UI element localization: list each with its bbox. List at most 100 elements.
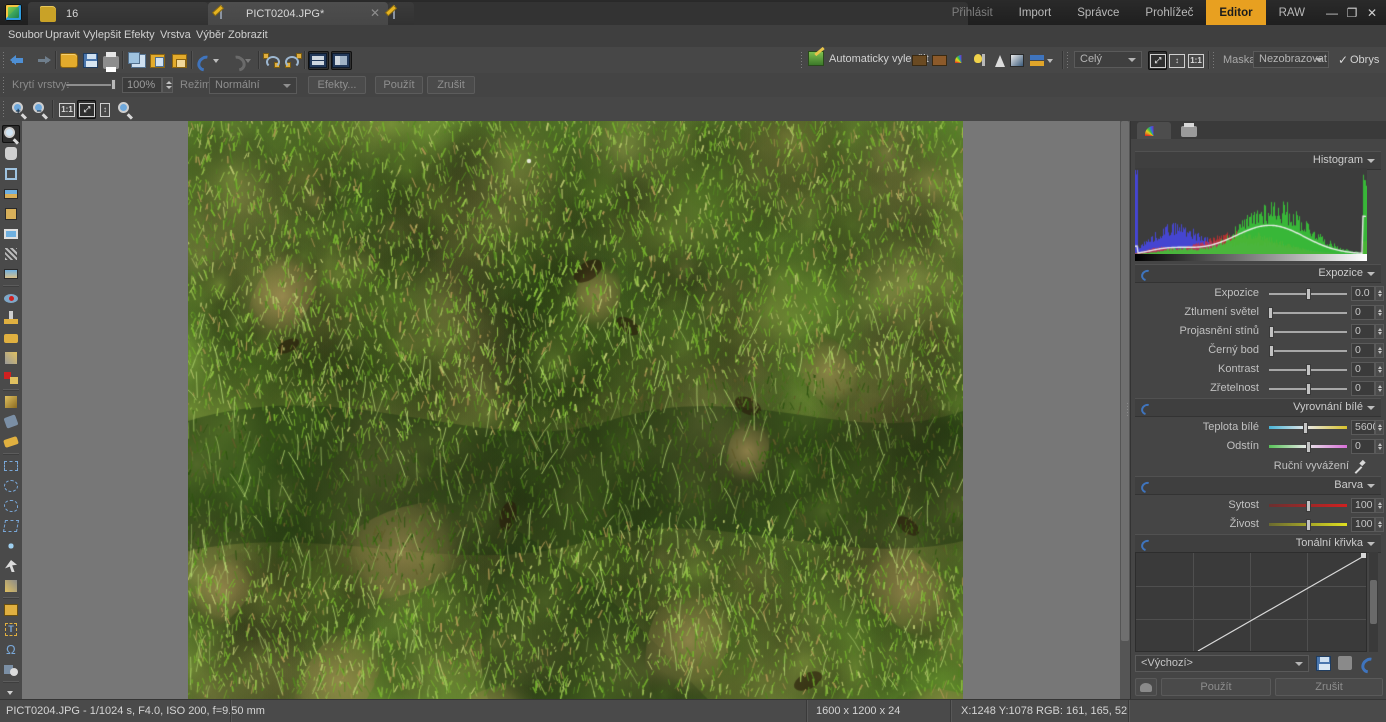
print-button[interactable] (102, 51, 121, 72)
reset-icon[interactable] (1139, 401, 1152, 414)
cancel-layer-button[interactable]: Zrušit (427, 76, 475, 94)
zoom-in-button[interactable]: + (10, 100, 29, 119)
nav-login[interactable]: Přihlásit (939, 0, 1006, 25)
eyedropper-icon[interactable] (1353, 459, 1366, 474)
transform-tool[interactable] (2, 577, 20, 595)
tone-curve-graph[interactable] (1135, 552, 1367, 652)
toolbar-grip[interactable] (1212, 51, 1216, 68)
toolbar-grip[interactable] (2, 51, 6, 68)
undo-dropdown[interactable] (212, 51, 221, 70)
nav-viewer[interactable]: Prohlížeč (1132, 0, 1206, 25)
tab-image[interactable]: PICT0204.JPG* ✕ (208, 2, 388, 25)
fill-tool[interactable] (2, 413, 20, 431)
levels-tool[interactable] (2, 205, 20, 223)
slider-value[interactable]: 0 (1351, 439, 1375, 454)
layout-horizontal-button[interactable] (308, 51, 329, 70)
levels-button[interactable] (910, 51, 929, 70)
slider-stepper[interactable] (1375, 517, 1384, 532)
eraser-tool[interactable] (2, 433, 20, 451)
slider-stepper[interactable] (1375, 498, 1384, 513)
section-color[interactable]: Barva (1135, 476, 1381, 495)
zoom-mode-select[interactable]: Celý (1074, 51, 1142, 68)
close-icon[interactable]: ✕ (369, 7, 381, 19)
color-button[interactable] (952, 51, 971, 70)
slider-track[interactable] (1269, 350, 1347, 352)
forward-button[interactable] (32, 51, 51, 70)
fit-height-button[interactable]: ↕ (1167, 51, 1186, 70)
slider-track[interactable] (1269, 426, 1347, 429)
rotate-right-button[interactable] (284, 51, 303, 70)
zoom-out-button[interactable]: − (31, 100, 50, 119)
blend-mode-select[interactable]: Normální (209, 77, 297, 94)
zoom-fit-button[interactable]: ⤢ (77, 100, 96, 119)
toolbar-grip[interactable] (1066, 51, 1070, 68)
print-tab[interactable] (1173, 122, 1207, 139)
slider-handle[interactable] (1269, 326, 1274, 338)
canvas-area[interactable] (22, 121, 1130, 699)
slider-stepper[interactable] (1375, 362, 1384, 377)
slider-handle[interactable] (1269, 345, 1274, 357)
chevron-down-icon[interactable] (1367, 159, 1375, 163)
preview-button[interactable] (1135, 678, 1157, 696)
layout-vertical-button[interactable] (331, 51, 352, 70)
manual-balance-row[interactable]: Ruční vyvážení (1131, 457, 1386, 476)
slider-value[interactable]: 0 (1351, 324, 1375, 339)
edit-select-tool[interactable] (2, 557, 20, 575)
apply-button[interactable]: Použít (1161, 678, 1271, 696)
insert-image-tool[interactable] (2, 601, 20, 619)
redeye-tool[interactable] (2, 289, 20, 307)
gradient-tool[interactable] (2, 265, 20, 283)
menu-vyber[interactable]: Výběr (196, 29, 225, 41)
lightbulb-button[interactable] (970, 51, 989, 70)
zoom-fit-height-button[interactable]: ↕ (96, 100, 115, 119)
text-tool[interactable]: T (2, 621, 20, 639)
layer-opacity-value[interactable]: 100% (122, 77, 162, 93)
lasso-tool[interactable] (2, 497, 20, 515)
preset-select[interactable]: <Výchozí> (1135, 655, 1309, 672)
slider-value[interactable]: 0 (1351, 305, 1375, 320)
menu-vrstva[interactable]: Vrstva (160, 29, 191, 41)
section-tone-curve[interactable]: Tonální křivka (1135, 534, 1381, 553)
menu-zobrazit[interactable]: Zobrazit (228, 29, 268, 41)
ellipse-select-tool[interactable] (2, 477, 20, 495)
retouch-tool[interactable] (2, 349, 20, 367)
zoom-actual-button[interactable]: 1:1 (57, 100, 76, 119)
toolbar-grip[interactable] (800, 51, 804, 68)
scrollbar-thumb[interactable] (1121, 121, 1129, 641)
chevron-down-icon[interactable] (1367, 484, 1375, 488)
curves-button[interactable] (930, 51, 949, 70)
slider-stepper[interactable] (1375, 343, 1384, 358)
toolbar-grip[interactable] (2, 100, 6, 117)
restore-button[interactable]: ❐ (1342, 0, 1362, 25)
apply-layer-button[interactable]: Použít (375, 76, 423, 94)
reset-preset-button[interactable] (1359, 655, 1376, 672)
shape-tool[interactable] (2, 661, 20, 679)
slider-stepper[interactable] (1375, 305, 1384, 320)
manage-preset-button[interactable] (1337, 655, 1354, 672)
heal-tool[interactable] (2, 369, 20, 387)
layer-opacity-handle[interactable] (111, 79, 116, 90)
chevron-down-icon[interactable] (1367, 542, 1375, 546)
minimize-button[interactable]: — (1322, 0, 1342, 25)
undo-button[interactable] (194, 51, 213, 70)
nav-editor[interactable]: Editor (1206, 0, 1266, 25)
slider-handle[interactable] (1306, 500, 1311, 512)
nav-import[interactable]: Import (1006, 0, 1065, 25)
crop-tool[interactable] (2, 165, 20, 183)
actual-size-button[interactable]: 1:1 (1186, 51, 1205, 70)
hand-tool[interactable] (2, 145, 20, 163)
menu-efekty[interactable]: Efekty (124, 29, 155, 41)
slider-stepper[interactable] (1375, 324, 1384, 339)
rect-select-tool[interactable] (2, 457, 20, 475)
cancel-button[interactable]: Zrušit (1275, 678, 1383, 696)
close-button[interactable]: ✕ (1362, 0, 1382, 25)
paste-special-button[interactable] (170, 51, 189, 70)
sharpen-button[interactable] (990, 51, 1009, 70)
slider-value[interactable]: 0.0 (1351, 286, 1375, 301)
adjustments-tab[interactable] (1137, 122, 1171, 139)
slider-value[interactable]: 100 (1351, 517, 1375, 532)
image-canvas[interactable] (188, 121, 963, 699)
save-button[interactable] (81, 51, 100, 70)
slider-stepper[interactable] (1375, 420, 1384, 435)
slider-value[interactable]: 5600 (1351, 420, 1378, 435)
